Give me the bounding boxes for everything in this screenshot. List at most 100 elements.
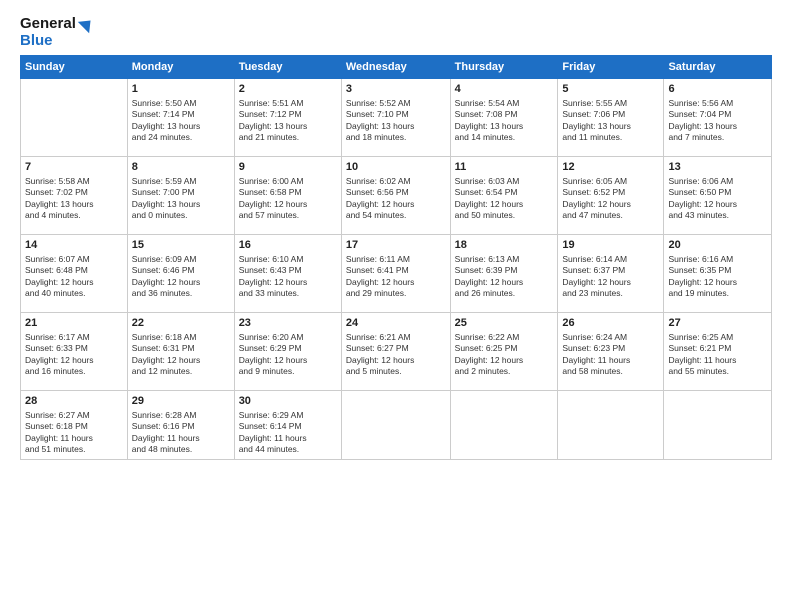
day-info: and 47 minutes. — [562, 210, 659, 221]
table-row: 15Sunrise: 6:09 AMSunset: 6:46 PMDayligh… — [127, 235, 234, 313]
table-row: 7Sunrise: 5:58 AMSunset: 7:02 PMDaylight… — [21, 157, 128, 235]
day-number: 22 — [132, 316, 230, 331]
day-number: 28 — [25, 394, 123, 409]
day-info: and 29 minutes. — [346, 288, 446, 299]
day-number: 30 — [239, 394, 337, 409]
col-friday: Friday — [558, 56, 664, 79]
day-info: Sunrise: 6:02 AM — [346, 176, 446, 187]
day-info: Daylight: 12 hours — [346, 277, 446, 288]
day-info: and 19 minutes. — [668, 288, 767, 299]
day-number: 9 — [239, 160, 337, 175]
day-info: Sunrise: 6:25 AM — [668, 332, 767, 343]
day-info: Sunset: 6:56 PM — [346, 187, 446, 198]
day-info: Sunset: 6:16 PM — [132, 421, 230, 432]
table-row: 25Sunrise: 6:22 AMSunset: 6:25 PMDayligh… — [450, 313, 558, 391]
day-info: and 12 minutes. — [132, 366, 230, 377]
day-info: Daylight: 13 hours — [132, 121, 230, 132]
table-row: 9Sunrise: 6:00 AMSunset: 6:58 PMDaylight… — [234, 157, 341, 235]
day-info: Sunset: 6:14 PM — [239, 421, 337, 432]
day-number: 7 — [25, 160, 123, 175]
day-info: Sunrise: 5:51 AM — [239, 98, 337, 109]
day-number: 10 — [346, 160, 446, 175]
day-info: Daylight: 12 hours — [346, 355, 446, 366]
logo: General Blue — [20, 16, 95, 49]
day-info: Sunset: 6:43 PM — [239, 265, 337, 276]
day-info: Daylight: 12 hours — [562, 199, 659, 210]
day-info: and 57 minutes. — [239, 210, 337, 221]
day-info: Sunset: 7:14 PM — [132, 109, 230, 120]
col-tuesday: Tuesday — [234, 56, 341, 79]
day-info: Sunrise: 5:58 AM — [25, 176, 123, 187]
table-row: 23Sunrise: 6:20 AMSunset: 6:29 PMDayligh… — [234, 313, 341, 391]
day-info: Sunrise: 6:27 AM — [25, 410, 123, 421]
day-info: Sunrise: 6:14 AM — [562, 254, 659, 265]
day-info: and 9 minutes. — [239, 366, 337, 377]
day-info: Sunrise: 6:24 AM — [562, 332, 659, 343]
day-info: Sunset: 6:58 PM — [239, 187, 337, 198]
day-info: Daylight: 12 hours — [346, 199, 446, 210]
day-info: Daylight: 12 hours — [25, 277, 123, 288]
day-number: 11 — [455, 160, 554, 175]
day-info: Sunrise: 6:11 AM — [346, 254, 446, 265]
day-info: Sunrise: 6:06 AM — [668, 176, 767, 187]
day-info: Daylight: 12 hours — [455, 199, 554, 210]
day-info: Daylight: 13 hours — [25, 199, 123, 210]
table-row — [664, 391, 772, 460]
day-info: and 55 minutes. — [668, 366, 767, 377]
day-info: Daylight: 12 hours — [455, 277, 554, 288]
day-info: Sunrise: 6:05 AM — [562, 176, 659, 187]
table-row: 30Sunrise: 6:29 AMSunset: 6:14 PMDayligh… — [234, 391, 341, 460]
table-row: 27Sunrise: 6:25 AMSunset: 6:21 PMDayligh… — [664, 313, 772, 391]
day-info: Sunrise: 6:10 AM — [239, 254, 337, 265]
day-info: and 54 minutes. — [346, 210, 446, 221]
day-info: and 26 minutes. — [455, 288, 554, 299]
day-info: Sunset: 6:29 PM — [239, 343, 337, 354]
day-info: and 14 minutes. — [455, 132, 554, 143]
day-info: and 18 minutes. — [346, 132, 446, 143]
header: General Blue — [20, 16, 772, 49]
day-info: and 24 minutes. — [132, 132, 230, 143]
table-row: 12Sunrise: 6:05 AMSunset: 6:52 PMDayligh… — [558, 157, 664, 235]
day-info: Sunset: 6:48 PM — [25, 265, 123, 276]
day-number: 5 — [562, 82, 659, 97]
day-info: Sunrise: 6:29 AM — [239, 410, 337, 421]
day-info: and 16 minutes. — [25, 366, 123, 377]
table-row: 16Sunrise: 6:10 AMSunset: 6:43 PMDayligh… — [234, 235, 341, 313]
table-row: 24Sunrise: 6:21 AMSunset: 6:27 PMDayligh… — [341, 313, 450, 391]
col-monday: Monday — [127, 56, 234, 79]
day-info: Daylight: 12 hours — [25, 355, 123, 366]
day-number: 18 — [455, 238, 554, 253]
day-info: Daylight: 12 hours — [132, 277, 230, 288]
day-info: Sunset: 6:50 PM — [668, 187, 767, 198]
day-number: 14 — [25, 238, 123, 253]
table-row: 17Sunrise: 6:11 AMSunset: 6:41 PMDayligh… — [341, 235, 450, 313]
day-info: Daylight: 12 hours — [668, 199, 767, 210]
table-row: 29Sunrise: 6:28 AMSunset: 6:16 PMDayligh… — [127, 391, 234, 460]
day-info: Sunrise: 6:17 AM — [25, 332, 123, 343]
day-info: Daylight: 11 hours — [239, 433, 337, 444]
day-info: Sunset: 7:12 PM — [239, 109, 337, 120]
day-info: Daylight: 13 hours — [562, 121, 659, 132]
day-info: and 7 minutes. — [668, 132, 767, 143]
day-info: Sunset: 7:10 PM — [346, 109, 446, 120]
day-info: Sunrise: 5:50 AM — [132, 98, 230, 109]
day-info: Daylight: 12 hours — [668, 277, 767, 288]
day-info: Sunset: 6:31 PM — [132, 343, 230, 354]
table-row: 13Sunrise: 6:06 AMSunset: 6:50 PMDayligh… — [664, 157, 772, 235]
day-info: Sunrise: 5:54 AM — [455, 98, 554, 109]
table-row: 1Sunrise: 5:50 AMSunset: 7:14 PMDaylight… — [127, 79, 234, 157]
table-row: 6Sunrise: 5:56 AMSunset: 7:04 PMDaylight… — [664, 79, 772, 157]
day-info: Sunrise: 6:03 AM — [455, 176, 554, 187]
day-info: Daylight: 13 hours — [455, 121, 554, 132]
day-info: Sunset: 7:00 PM — [132, 187, 230, 198]
table-row: 28Sunrise: 6:27 AMSunset: 6:18 PMDayligh… — [21, 391, 128, 460]
day-number: 17 — [346, 238, 446, 253]
table-row — [450, 391, 558, 460]
day-number: 13 — [668, 160, 767, 175]
day-info: Daylight: 11 hours — [132, 433, 230, 444]
day-info: and 5 minutes. — [346, 366, 446, 377]
day-info: Sunrise: 5:52 AM — [346, 98, 446, 109]
day-number: 25 — [455, 316, 554, 331]
day-info: Daylight: 13 hours — [239, 121, 337, 132]
table-row: 18Sunrise: 6:13 AMSunset: 6:39 PMDayligh… — [450, 235, 558, 313]
